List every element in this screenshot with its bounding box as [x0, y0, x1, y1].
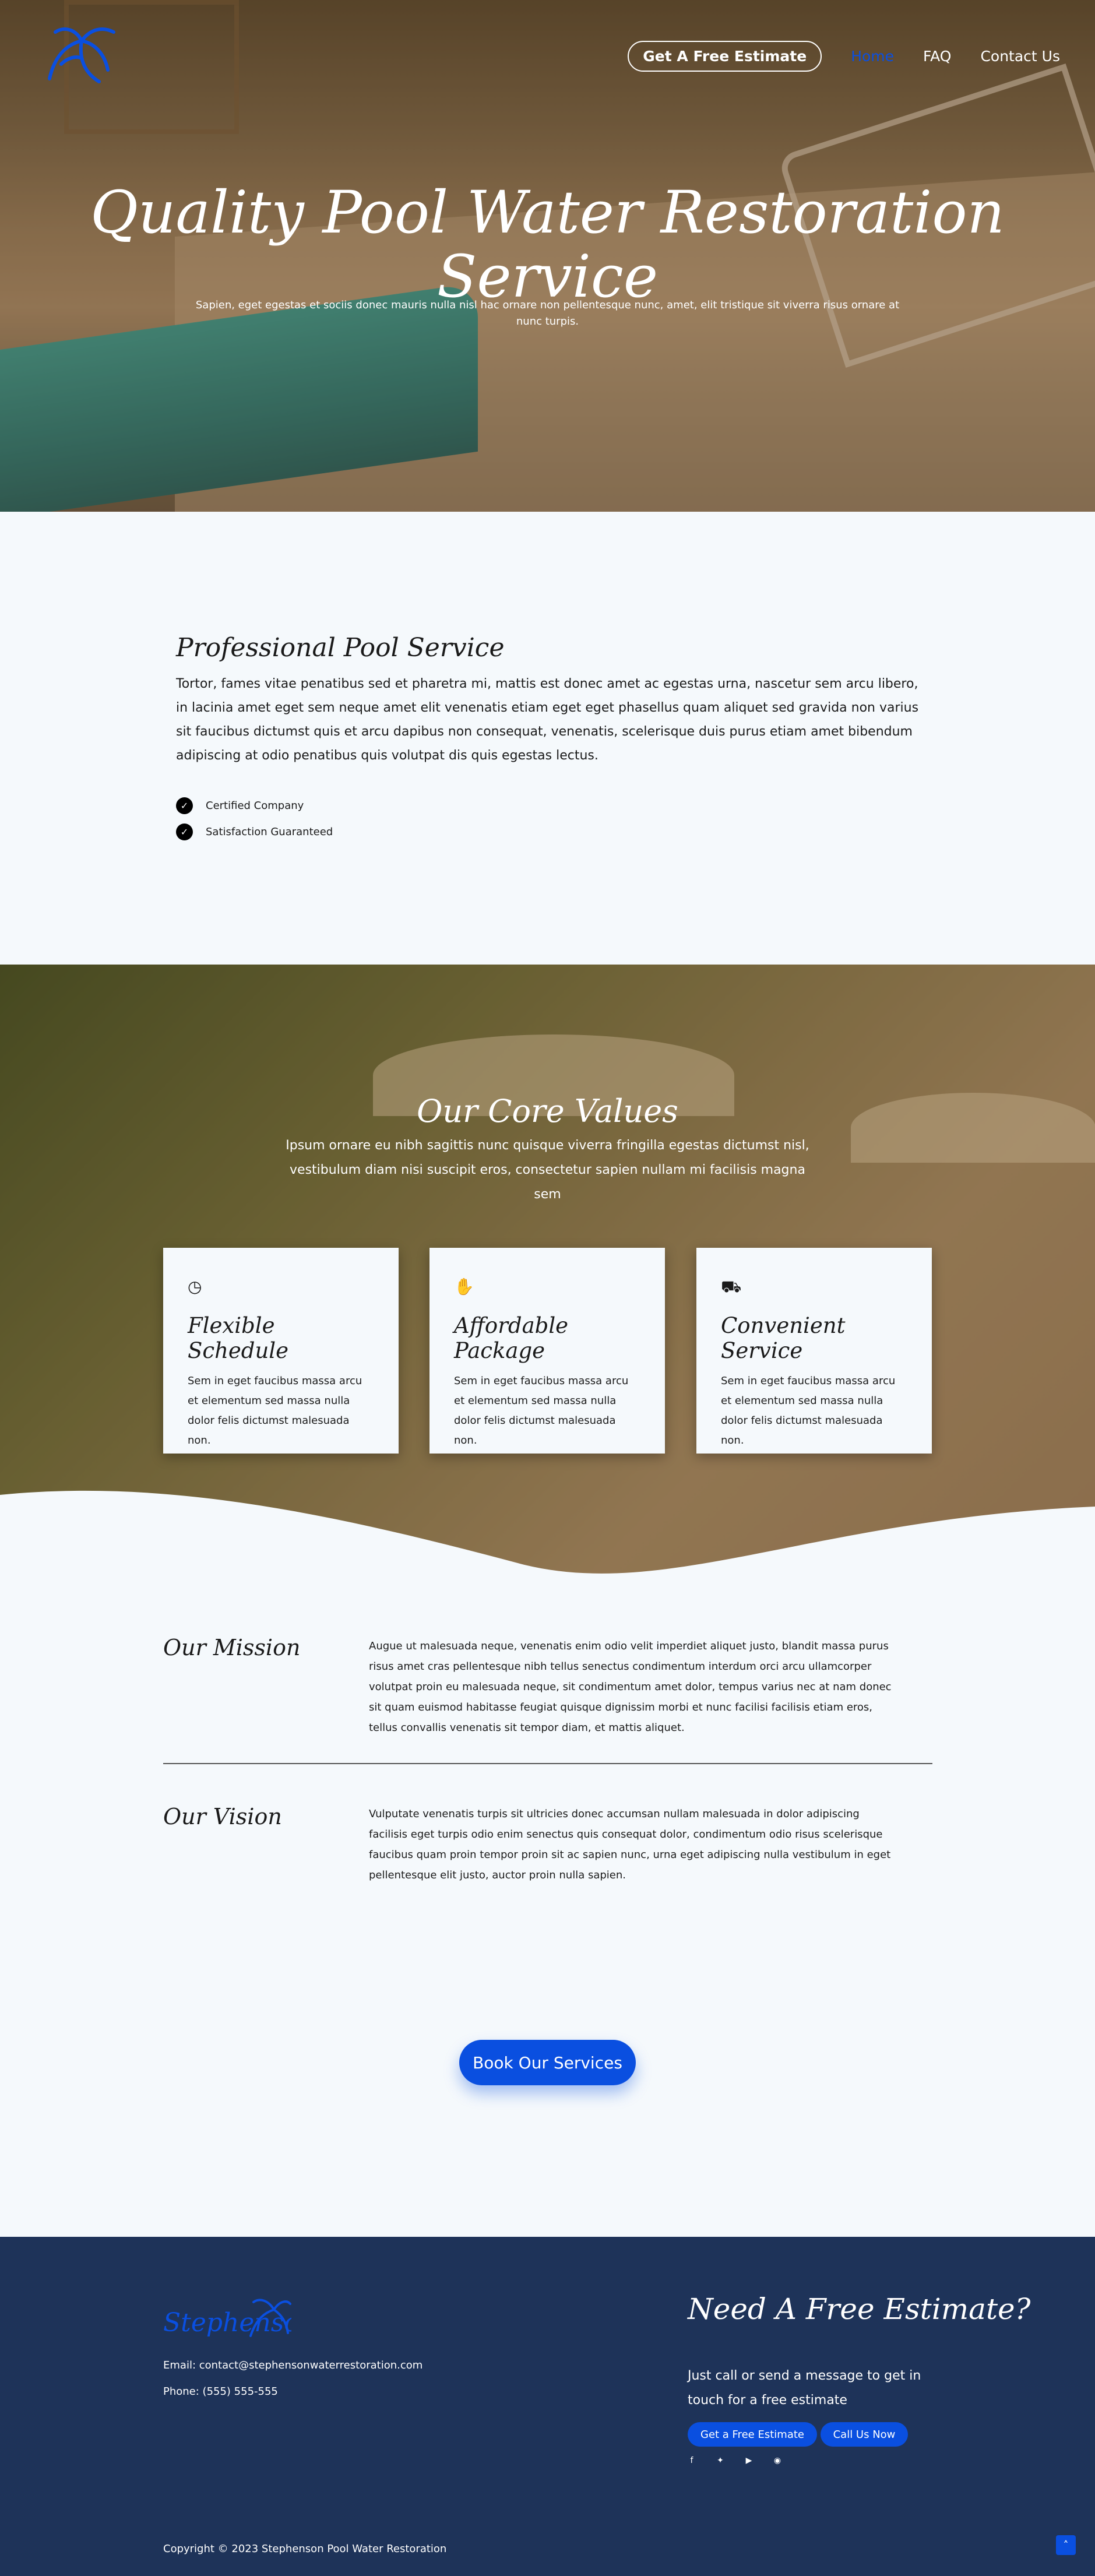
- hand-holding-dollar-icon: ✋: [454, 1277, 474, 1296]
- clock-icon: ◷: [188, 1277, 202, 1296]
- check-label: Satisfaction Guaranteed: [206, 826, 333, 838]
- youtube-icon[interactable]: ▶: [743, 2456, 755, 2465]
- values-lead: Ipsum ornare eu nibh sagittis nunc quisq…: [286, 1138, 809, 1202]
- mission-title: Our Mission: [163, 1635, 301, 1660]
- copyright: Copyright © 2023 Stephenson Pool Water R…: [163, 2543, 447, 2555]
- professional-title: Professional Pool Service: [176, 633, 505, 663]
- card-title: Flexible Schedule: [188, 1313, 289, 1363]
- vision-body: Vulputate venenatis turpis sit ultricies…: [369, 1808, 891, 1881]
- truck-icon: ⛟: [721, 1277, 742, 1296]
- mission-body: Augue ut malesuada neque, venenatis enim…: [369, 1640, 892, 1734]
- facebook-icon[interactable]: f: [686, 2456, 698, 2465]
- call-us-button[interactable]: Call Us Now: [821, 2422, 908, 2447]
- professional-body: Tortor, fames vitae penatibus sed et pha…: [176, 677, 919, 763]
- footer-phone[interactable]: Phone: (555) 555-555: [163, 2385, 278, 2398]
- estimate-title: Need A Free Estimate?: [688, 2292, 1031, 2326]
- card-body: Sem in eget faucibus massa arcu et eleme…: [188, 1375, 362, 1447]
- card-body: Sem in eget faucibus massa arcu et eleme…: [721, 1375, 896, 1447]
- nav-home[interactable]: Home: [851, 48, 894, 65]
- get-estimate-button[interactable]: Get A Free Estimate: [628, 41, 822, 72]
- vision-title: Our Vision: [163, 1804, 282, 1829]
- main-nav: Get A Free Estimate Home FAQ Contact Us: [628, 41, 1060, 72]
- book-services-button[interactable]: Book Our Services: [459, 2040, 636, 2085]
- footer: Stephenson Email: contact@stephensonwate…: [0, 2237, 1095, 2576]
- estimate-text: Just call or send a message to get in to…: [688, 2369, 921, 2408]
- card-title: Convenient Service: [721, 1313, 846, 1363]
- value-card: ✋ Affordable Package Sem in eget faucibu…: [429, 1248, 665, 1454]
- hero-subtitle: Sapien, eget egestas et sociis donec mau…: [195, 299, 900, 328]
- wave-divider: [0, 1490, 1095, 1588]
- hero-title: Quality Pool Water Restoration Service: [90, 178, 1005, 311]
- nav-contact[interactable]: Contact Us: [980, 48, 1060, 65]
- nav-faq[interactable]: FAQ: [923, 48, 951, 65]
- mission-vision-section: Our Mission Augue ut malesuada neque, ve…: [0, 1588, 1095, 2237]
- core-values-section: Our Core Values Ipsum ornare eu nibh sag…: [0, 965, 1095, 1588]
- card-title: Affordable Package: [454, 1313, 569, 1363]
- footer-logo[interactable]: Stephenson: [163, 2289, 291, 2348]
- value-card: ⛟ Convenient Service Sem in eget faucibu…: [696, 1248, 932, 1454]
- card-body: Sem in eget faucibus massa arcu et eleme…: [454, 1375, 629, 1447]
- footer-email[interactable]: Email: contact@stephensonwaterrestoratio…: [163, 2359, 422, 2371]
- instagram-icon[interactable]: ◉: [772, 2456, 783, 2465]
- palm-logo-icon[interactable]: [44, 23, 119, 87]
- twitter-icon[interactable]: ✦: [714, 2456, 726, 2465]
- scroll-to-top-button[interactable]: ˄: [1056, 2535, 1076, 2555]
- check-item: ✓ Certified Company: [176, 797, 304, 814]
- chevron-up-icon: ˄: [1063, 2539, 1069, 2552]
- value-card: ◷ Flexible Schedule Sem in eget faucibus…: [163, 1248, 399, 1454]
- check-icon: ✓: [176, 797, 193, 814]
- professional-section: Professional Pool Service Tortor, fames …: [0, 512, 1095, 965]
- divider: [163, 1763, 932, 1764]
- footer-estimate-button[interactable]: Get a Free Estimate: [688, 2422, 817, 2447]
- check-icon: ✓: [176, 824, 193, 840]
- hero-section: Get A Free Estimate Home FAQ Contact Us …: [0, 0, 1095, 512]
- values-title: Our Core Values: [417, 1093, 678, 1129]
- check-label: Certified Company: [206, 800, 304, 812]
- check-item: ✓ Satisfaction Guaranteed: [176, 824, 333, 840]
- svg-text:Stephenson: Stephenson: [163, 2308, 291, 2338]
